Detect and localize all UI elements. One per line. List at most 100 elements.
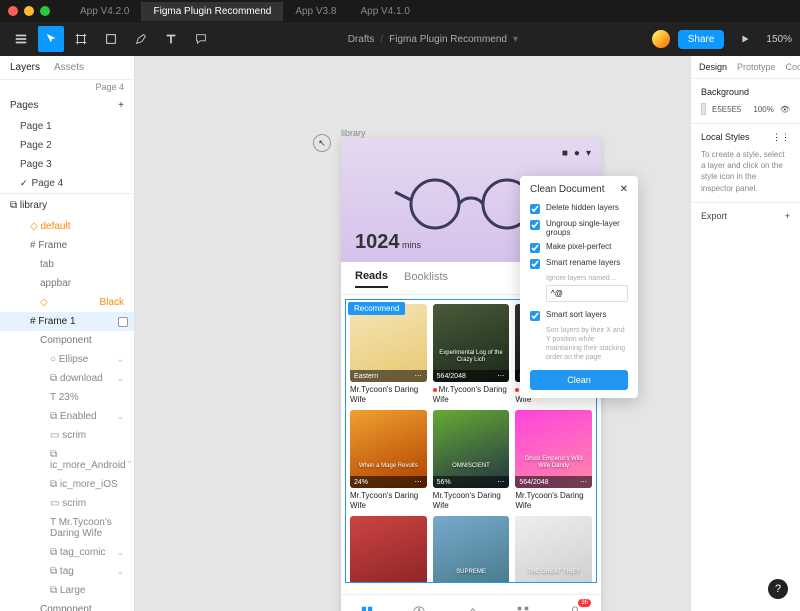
hero-circle-icon: ● bbox=[574, 148, 580, 159]
opt-sort[interactable]: Smart sort layers bbox=[530, 310, 628, 321]
tab-reads[interactable]: Reads bbox=[355, 270, 388, 288]
layer-tagcomic[interactable]: ⧉ tag_comic⌄ bbox=[0, 543, 134, 562]
layer-23pct[interactable]: T 23% bbox=[0, 388, 134, 407]
layer-frame[interactable]: # Frame bbox=[0, 236, 134, 255]
pen-tool[interactable] bbox=[128, 26, 154, 52]
nav-inkstone[interactable]: Inkstone bbox=[445, 595, 497, 611]
layers-tab[interactable]: Layers bbox=[10, 62, 40, 73]
layer-book-title[interactable]: T Mr.Tycoon's Daring Wife bbox=[0, 513, 134, 543]
file-tabs: App V4.2.0 Figma Plugin Recommend App V3… bbox=[68, 2, 422, 21]
bg-swatch[interactable] bbox=[701, 103, 706, 115]
opt-rename[interactable]: Smart rename layers bbox=[530, 258, 628, 269]
book-card-3[interactable]: When a Mage Revolts24%⋯Mr.Tycoon's Darin… bbox=[350, 410, 427, 510]
file-tab-1[interactable]: Figma Plugin Recommend bbox=[141, 2, 283, 21]
nav-library[interactable]: Library bbox=[341, 595, 393, 611]
bg-hex[interactable]: E5E5E5 bbox=[712, 105, 741, 114]
layer-appbar[interactable]: appbar bbox=[0, 274, 134, 293]
max-dot[interactable] bbox=[40, 6, 50, 16]
frame-tool[interactable] bbox=[68, 26, 94, 52]
frame-label[interactable]: library bbox=[341, 128, 366, 138]
layer-library[interactable]: library bbox=[20, 200, 47, 211]
plugin-window[interactable]: Clean Document ✕ Delete hidden layers Ung… bbox=[520, 176, 638, 398]
layer-icmore-android[interactable]: ⧉ ic_more_Android⌄ bbox=[0, 445, 134, 475]
zoom-level[interactable]: 150% bbox=[766, 34, 792, 45]
layer-tag[interactable]: ⧉ tag⌄ bbox=[0, 562, 134, 581]
export-add-icon[interactable]: + bbox=[785, 211, 790, 221]
reading-time: 1024 mins bbox=[355, 231, 421, 254]
move-tool[interactable] bbox=[38, 26, 64, 52]
help-button[interactable]: ? bbox=[768, 579, 788, 599]
layer-scrim2[interactable]: ▭ scrim bbox=[0, 494, 134, 513]
layer-ellipse[interactable]: ○ Ellipse⌄ bbox=[0, 350, 134, 369]
main-toolbar: Drafts / Figma Plugin Recommend ▾ Share … bbox=[0, 22, 800, 56]
layers-panel: Layers Assets Page 4 Pages + Page 1 Page … bbox=[0, 56, 135, 611]
page-item-1[interactable]: Page 2 bbox=[0, 136, 134, 155]
comment-tool[interactable] bbox=[188, 26, 214, 52]
layer-tab[interactable]: tab bbox=[0, 255, 134, 274]
tab-design[interactable]: Design bbox=[699, 62, 727, 72]
page-item-2[interactable]: Page 3 bbox=[0, 155, 134, 174]
book-card-7[interactable]: SUPREME bbox=[433, 516, 510, 583]
bg-opacity[interactable]: 100% bbox=[753, 105, 773, 114]
styles-hint: To create a style, select a layer and cl… bbox=[701, 149, 790, 194]
close-dot[interactable] bbox=[8, 6, 18, 16]
breadcrumb-folder[interactable]: Drafts bbox=[348, 34, 375, 45]
layer-enabled[interactable]: ⧉ Enabled⌄ bbox=[0, 407, 134, 426]
assets-tab[interactable]: Assets bbox=[54, 62, 84, 73]
menu-button[interactable] bbox=[8, 26, 34, 52]
layer-frame1[interactable]: # Frame 1 bbox=[0, 312, 134, 331]
book-card-8[interactable]: THE GREAT THIEF bbox=[515, 516, 592, 583]
layer-download[interactable]: ⧉ download⌄ bbox=[0, 369, 134, 388]
book-card-1[interactable]: Experimental Log of the Crazy Lich564/20… bbox=[433, 304, 510, 404]
tab-booklists[interactable]: Booklists bbox=[404, 271, 448, 287]
book-card-0[interactable]: Eastern⋯Mr.Tycoon's Daring Wife bbox=[350, 304, 427, 404]
share-button[interactable]: Share bbox=[678, 30, 725, 49]
book-card-6[interactable] bbox=[350, 516, 427, 583]
present-button[interactable] bbox=[732, 26, 758, 52]
rename-pattern-input[interactable] bbox=[546, 285, 628, 302]
page-indicator[interactable]: Page 4 bbox=[0, 80, 134, 94]
plugin-close-icon[interactable]: ✕ bbox=[620, 184, 628, 195]
opt-ungroup[interactable]: Ungroup single-layer groups bbox=[530, 219, 628, 237]
text-tool[interactable] bbox=[158, 26, 184, 52]
user-avatar[interactable] bbox=[652, 30, 670, 48]
tab-prototype[interactable]: Prototype bbox=[737, 62, 776, 72]
breadcrumb-doc[interactable]: Figma Plugin Recommend bbox=[389, 34, 507, 45]
add-page-icon[interactable]: + bbox=[118, 100, 124, 111]
nav-profile[interactable]: 36Profile bbox=[549, 595, 601, 611]
layer-default[interactable]: ◇ default bbox=[0, 217, 134, 236]
layer-icmore-ios[interactable]: ⧉ ic_more_iOS bbox=[0, 475, 134, 494]
opt-delete-hidden[interactable]: Delete hidden layers bbox=[530, 203, 628, 214]
design-canvas[interactable]: ↖ library ■●▾ 1024 mins Reads Booklists … bbox=[135, 56, 690, 611]
book-card-5[interactable]: Ghost Emperor's Wild Wife Dandy564/2048⋯… bbox=[515, 410, 592, 510]
tab-code[interactable]: Code bbox=[786, 62, 800, 72]
styles-icon[interactable]: ⋮⋮ bbox=[772, 132, 790, 143]
window-titlebar: App V4.2.0 Figma Plugin Recommend App V3… bbox=[0, 0, 800, 22]
cursor-indicator: ↖ bbox=[313, 134, 331, 152]
opt-pixel[interactable]: Make pixel-perfect bbox=[530, 242, 628, 253]
book-card-4[interactable]: OMNISCIENT56%⋯Mr.Tycoon's Daring Wife bbox=[433, 410, 510, 510]
file-tab-3[interactable]: App V4.1.0 bbox=[348, 2, 421, 21]
hero-chevron-icon: ▾ bbox=[586, 148, 591, 159]
file-tab-2[interactable]: App V3.8 bbox=[283, 2, 348, 21]
recommend-badge: Recommend bbox=[348, 302, 405, 315]
plugin-title: Clean Document bbox=[530, 184, 604, 195]
profile-badge: 36 bbox=[578, 599, 591, 607]
nav-featured[interactable]: Featured bbox=[393, 595, 445, 611]
page-item-3[interactable]: ✓Page 4 bbox=[0, 174, 134, 193]
layer-large[interactable]: ⧉ Large bbox=[0, 581, 134, 600]
layer-black[interactable]: ◇ Black bbox=[0, 293, 134, 312]
inspector-panel: Design Prototype Code Background E5E5E5 … bbox=[690, 56, 800, 611]
visibility-icon[interactable]: 👁 bbox=[780, 105, 790, 114]
layer-scrim1[interactable]: ▭ scrim bbox=[0, 426, 134, 445]
file-tab-0[interactable]: App V4.2.0 bbox=[68, 2, 141, 21]
shape-tool[interactable] bbox=[98, 26, 124, 52]
layer-comp-a[interactable]: Component bbox=[0, 600, 134, 611]
min-dot[interactable] bbox=[24, 6, 34, 16]
clean-button[interactable]: Clean bbox=[530, 370, 628, 390]
sort-hint: Sort layers by their X and Y position wh… bbox=[546, 326, 628, 362]
page-item-0[interactable]: Page 1 bbox=[0, 117, 134, 136]
pages-header: Pages bbox=[10, 100, 38, 111]
layer-component[interactable]: Component bbox=[0, 331, 134, 350]
nav-explore[interactable]: Explore bbox=[497, 595, 549, 611]
